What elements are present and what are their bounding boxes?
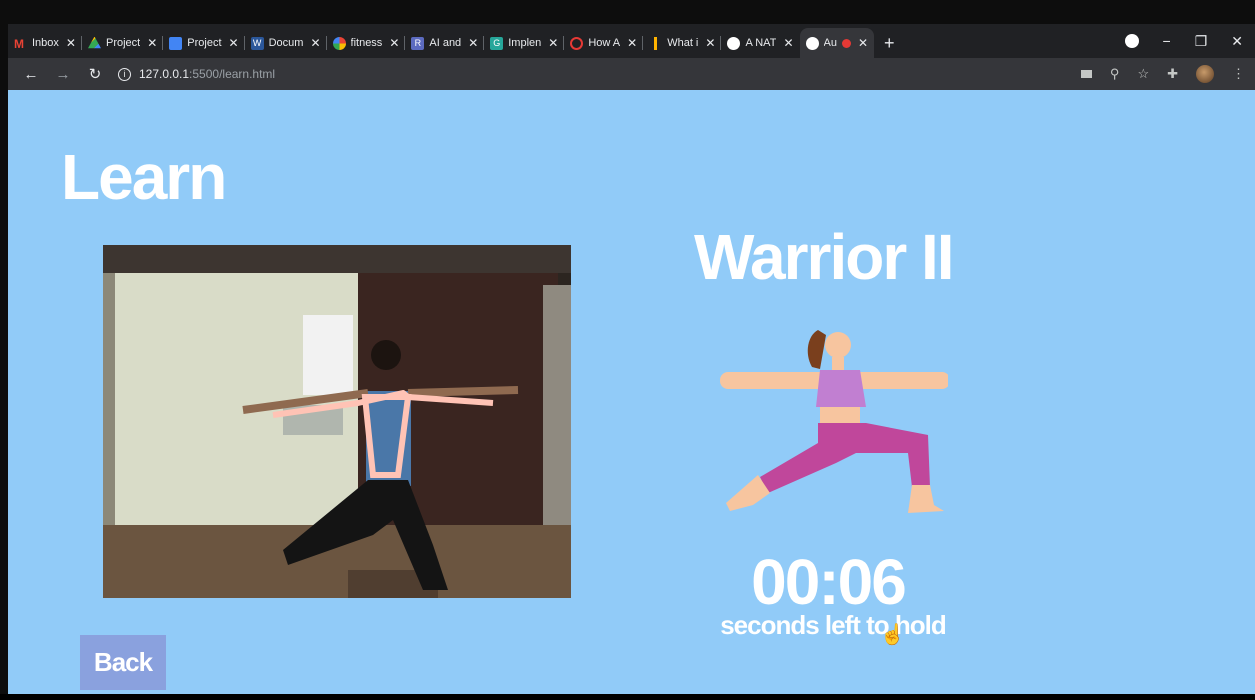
tab-inbox[interactable]: M Inbox ✕ bbox=[8, 28, 82, 58]
tab-title: Implen bbox=[508, 37, 542, 49]
tab-a-nat[interactable]: A NAT ✕ bbox=[721, 28, 799, 58]
close-icon[interactable]: ✕ bbox=[783, 36, 793, 50]
hold-caption: seconds left to hold bbox=[720, 610, 947, 640]
learn-page: Learn Warrior II 00:06 seconds left to h… bbox=[8, 90, 1255, 694]
browser-toolbar: ← → ↻ i 127.0.0.1:5500/learn.html ⚲ ☆ ✚ … bbox=[8, 58, 1255, 90]
minimize-icon[interactable]: − bbox=[1163, 33, 1171, 49]
close-icon[interactable]: ✕ bbox=[389, 36, 399, 50]
google-icon bbox=[332, 36, 346, 50]
close-icon[interactable]: ✕ bbox=[147, 36, 157, 50]
url-host: 127.0.0.1 bbox=[139, 67, 190, 81]
new-tab-button[interactable]: + bbox=[884, 33, 895, 54]
tab-implement[interactable]: G Implen ✕ bbox=[484, 28, 565, 58]
close-icon[interactable]: ✕ bbox=[468, 36, 478, 50]
globe-icon bbox=[727, 36, 741, 50]
profile-avatar[interactable] bbox=[1196, 65, 1214, 83]
window-controls: − ❐ ✕ bbox=[1124, 24, 1255, 58]
drive-icon bbox=[87, 36, 101, 49]
tab-search-icon[interactable] bbox=[1124, 34, 1139, 48]
bookmark-star-icon[interactable]: ☆ bbox=[1137, 66, 1149, 82]
close-icon[interactable]: ✕ bbox=[310, 36, 320, 50]
close-icon[interactable]: ✕ bbox=[548, 36, 558, 50]
info-icon[interactable]: i bbox=[118, 67, 131, 81]
tab-title: A NAT bbox=[745, 37, 777, 49]
tab-title: Au bbox=[823, 37, 837, 49]
back-arrow-icon[interactable]: ← bbox=[22, 66, 40, 83]
r-icon: R bbox=[411, 36, 425, 50]
tab-title: AI and bbox=[429, 37, 462, 49]
tab-active[interactable]: Au ✕ bbox=[799, 28, 875, 58]
close-icon[interactable]: ✕ bbox=[66, 36, 76, 50]
tab-what[interactable]: What i ✕ bbox=[643, 28, 722, 58]
tab-ai[interactable]: R AI and ✕ bbox=[405, 28, 485, 58]
ruler-icon bbox=[649, 36, 663, 50]
tab-fitness[interactable]: fitness ✕ bbox=[327, 28, 406, 58]
hand-cursor-icon: ☝ bbox=[880, 624, 905, 646]
window-top-edge bbox=[0, 0, 1255, 24]
gmail-icon: M bbox=[14, 36, 24, 51]
window-close-icon[interactable]: ✕ bbox=[1231, 33, 1243, 50]
word-icon: W bbox=[250, 36, 264, 50]
close-icon[interactable]: ✕ bbox=[705, 36, 715, 50]
tab-project-drive[interactable]: Project ✕ bbox=[82, 28, 164, 58]
pose-name: Warrior II bbox=[694, 221, 955, 293]
countdown-timer: 00:06 bbox=[751, 546, 907, 618]
tab-document[interactable]: W Docum ✕ bbox=[245, 28, 327, 58]
menu-icon[interactable]: ⋮ bbox=[1232, 66, 1245, 82]
warrior-pose-illustration bbox=[708, 325, 950, 520]
globe-icon bbox=[805, 36, 819, 50]
tab-title: Inbox bbox=[32, 37, 59, 49]
close-icon[interactable]: ✕ bbox=[229, 36, 239, 50]
recording-icon bbox=[841, 38, 851, 48]
close-icon[interactable]: ✕ bbox=[627, 36, 637, 50]
address-bar[interactable]: i 127.0.0.1:5500/learn.html bbox=[118, 67, 275, 81]
tab-title: Docum bbox=[268, 37, 304, 49]
tab-title: How A bbox=[588, 37, 621, 49]
webcam-feed bbox=[103, 245, 571, 598]
window-bottom-edge bbox=[0, 694, 1255, 700]
tab-title: Project bbox=[187, 37, 222, 49]
url-path: :5500/learn.html bbox=[189, 67, 276, 81]
tab-title: Project bbox=[105, 37, 141, 49]
tab-how[interactable]: How A ✕ bbox=[564, 28, 644, 58]
extensions-icon[interactable]: ✚ bbox=[1167, 66, 1178, 82]
tab-title: fitness bbox=[350, 37, 383, 49]
page-title: Learn bbox=[61, 141, 227, 213]
camera-icon[interactable] bbox=[1080, 70, 1092, 78]
close-icon[interactable]: ✕ bbox=[858, 36, 868, 50]
tab-title: What i bbox=[667, 37, 699, 49]
yoga-figure-icon bbox=[720, 330, 950, 513]
back-button[interactable]: Back bbox=[80, 635, 166, 690]
window-left-edge bbox=[0, 24, 8, 694]
quora-icon bbox=[570, 36, 584, 50]
toolbar-actions: ⚲ ☆ ✚ ⋮ bbox=[1080, 58, 1245, 90]
forward-arrow-icon[interactable]: → bbox=[54, 66, 72, 83]
g-icon: G bbox=[490, 36, 504, 50]
tab-strip: M Inbox ✕ Project ✕ Project ✕ W Docum ✕ … bbox=[8, 24, 1255, 58]
webcam-frame bbox=[103, 245, 571, 598]
tab-project-docs[interactable]: Project ✕ bbox=[163, 28, 245, 58]
reload-icon[interactable]: ↻ bbox=[86, 65, 104, 83]
docs-icon bbox=[169, 36, 183, 50]
restore-icon[interactable]: ❐ bbox=[1195, 33, 1208, 50]
zoom-icon[interactable]: ⚲ bbox=[1110, 66, 1120, 82]
